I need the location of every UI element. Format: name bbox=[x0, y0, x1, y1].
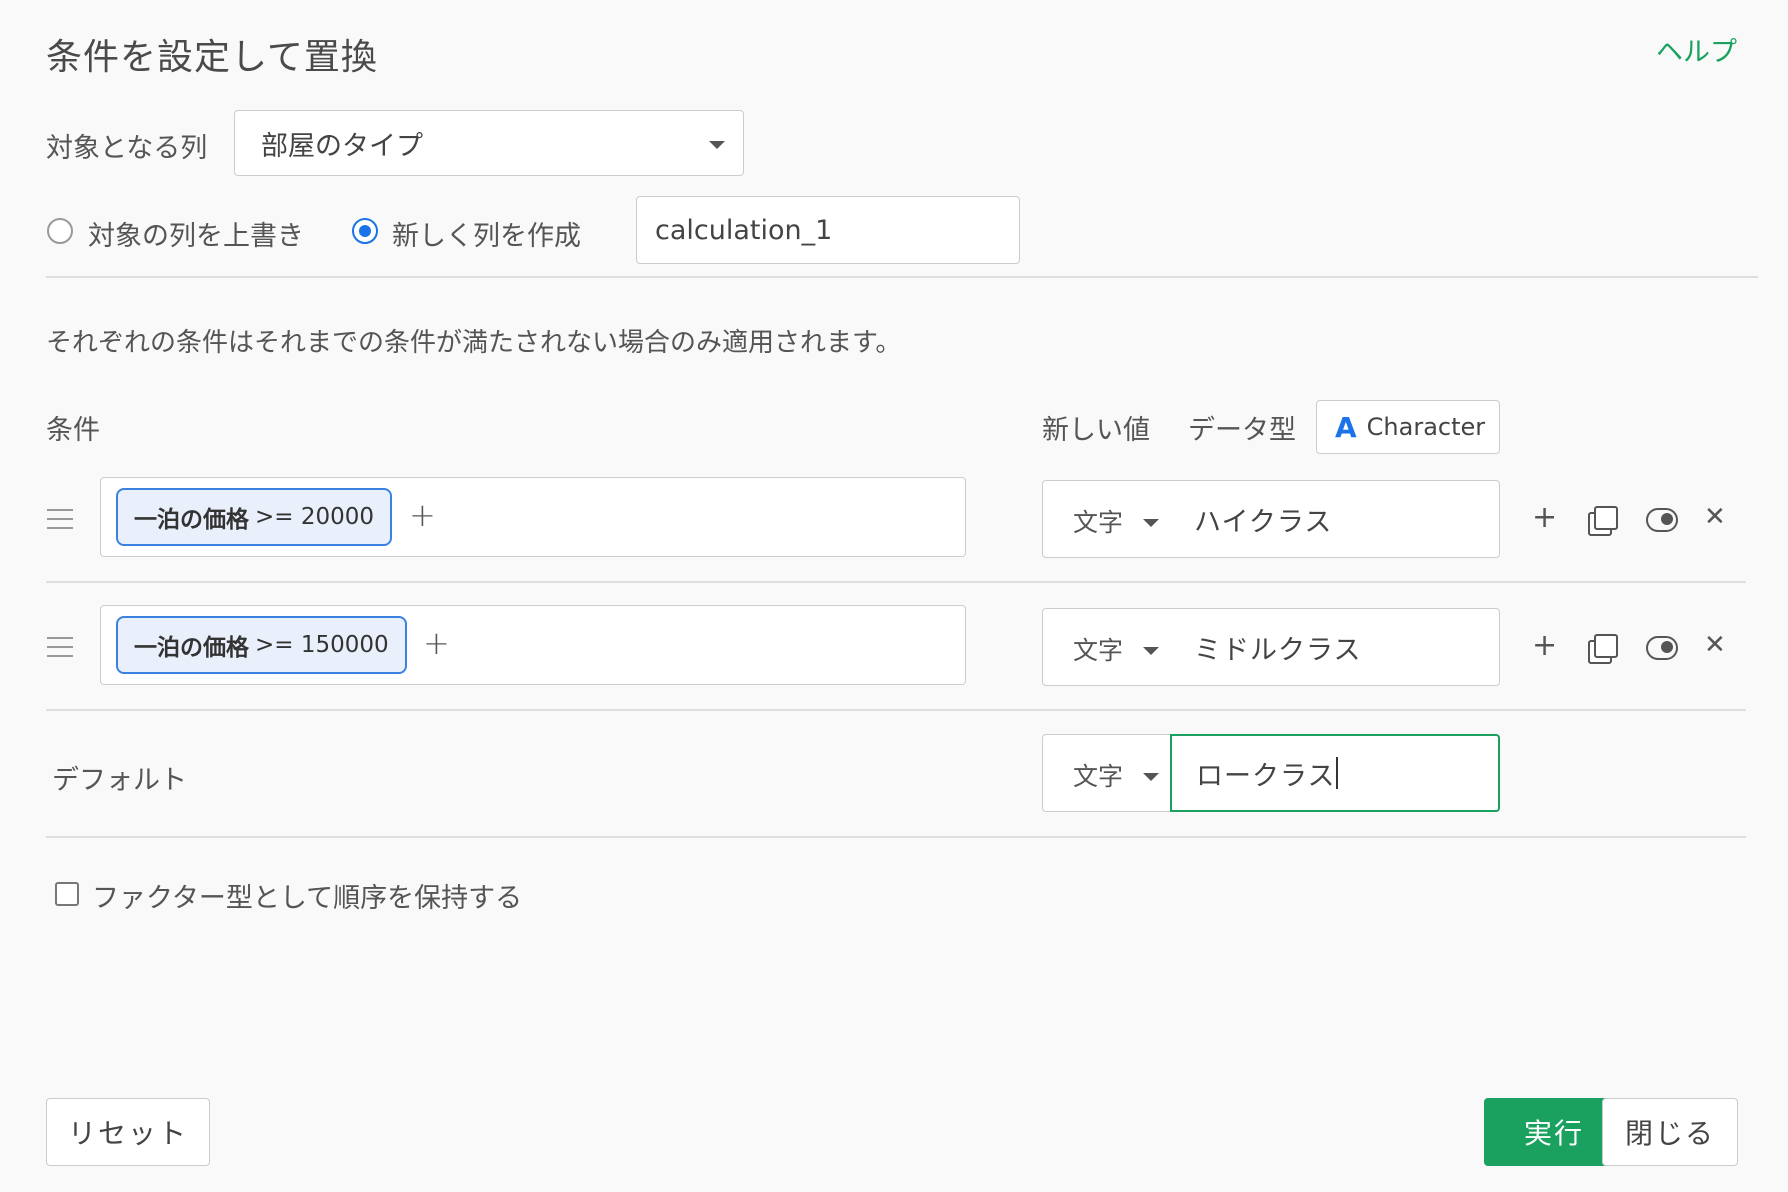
default-label: デフォルト bbox=[52, 765, 187, 796]
value-type-select[interactable]: 文字 bbox=[1042, 480, 1172, 558]
overwrite-label[interactable]: 対象の列を上書き bbox=[88, 214, 304, 253]
close-button[interactable]: 閉じる bbox=[1602, 1098, 1738, 1166]
data-type-select[interactable]: A Character bbox=[1316, 400, 1500, 454]
chevron-down-icon bbox=[1143, 647, 1159, 655]
data-type-value: Character bbox=[1366, 413, 1486, 441]
data-type-header: データ型 bbox=[1188, 415, 1296, 446]
overwrite-radio[interactable] bbox=[47, 218, 73, 244]
divider bbox=[46, 581, 1746, 583]
drag-handle-icon[interactable] bbox=[47, 637, 73, 657]
new-column-name-input[interactable]: calculation_1 bbox=[636, 196, 1020, 264]
drag-handle-icon[interactable] bbox=[47, 509, 73, 529]
remove-rule-button[interactable]: ✕ bbox=[1704, 502, 1726, 532]
chip-field: 一泊の価格 bbox=[134, 635, 249, 661]
duplicate-icon[interactable] bbox=[1588, 634, 1618, 664]
new-column-label[interactable]: 新しく列を作成 bbox=[392, 214, 581, 253]
value-type-label: 文字 bbox=[1073, 762, 1124, 791]
factor-order-checkbox[interactable] bbox=[55, 882, 79, 906]
chip-operator: >= 20000 bbox=[255, 504, 375, 530]
divider bbox=[46, 836, 1746, 838]
divider bbox=[46, 276, 1758, 278]
default-value-input[interactable]: ロークラス bbox=[1170, 734, 1500, 812]
chevron-down-icon bbox=[709, 141, 725, 149]
new-column-radio[interactable] bbox=[352, 218, 378, 244]
add-condition-button[interactable]: + bbox=[423, 624, 450, 662]
new-value-input[interactable]: ハイクラス bbox=[1170, 480, 1500, 558]
target-column-label: 対象となる列 bbox=[46, 133, 208, 164]
value-type-label: 文字 bbox=[1073, 636, 1124, 665]
value-type-select[interactable]: 文字 bbox=[1042, 608, 1172, 686]
target-column-value: 部屋のタイプ bbox=[261, 130, 423, 162]
add-condition-button[interactable]: + bbox=[409, 496, 436, 534]
condition-chip[interactable]: 一泊の価格 >= 150000 bbox=[116, 616, 407, 674]
add-rule-button[interactable]: + bbox=[1532, 500, 1557, 535]
new-value-header: 新しい値 bbox=[1042, 415, 1150, 446]
help-link[interactable]: ヘルプ bbox=[1656, 30, 1737, 69]
toggle-icon[interactable] bbox=[1646, 636, 1678, 660]
value-type-label: 文字 bbox=[1073, 508, 1124, 537]
default-value-text: ロークラス bbox=[1196, 760, 1336, 792]
chevron-down-icon bbox=[1143, 773, 1159, 781]
dialog-title: 条件を設定して置換 bbox=[46, 37, 378, 78]
description-text: それぞれの条件はそれまでの条件が満たされない場合のみ適用されます。 bbox=[46, 328, 902, 358]
remove-rule-button[interactable]: ✕ bbox=[1704, 630, 1726, 660]
value-type-select[interactable]: 文字 bbox=[1042, 734, 1172, 812]
chevron-down-icon bbox=[1143, 519, 1159, 527]
chip-operator: >= 150000 bbox=[255, 632, 389, 658]
divider bbox=[46, 709, 1746, 711]
conditions-header: 条件 bbox=[46, 415, 100, 446]
duplicate-icon[interactable] bbox=[1588, 506, 1618, 536]
factor-order-label[interactable]: ファクター型として順序を保持する bbox=[92, 876, 522, 915]
add-rule-button[interactable]: + bbox=[1532, 628, 1557, 663]
text-cursor bbox=[1336, 757, 1339, 789]
condition-chip[interactable]: 一泊の価格 >= 20000 bbox=[116, 488, 393, 546]
target-column-select[interactable]: 部屋のタイプ bbox=[234, 110, 744, 176]
toggle-icon[interactable] bbox=[1646, 508, 1678, 532]
new-value-input[interactable]: ミドルクラス bbox=[1170, 608, 1500, 686]
chip-field: 一泊の価格 bbox=[134, 507, 249, 533]
character-type-icon: A bbox=[1335, 410, 1357, 444]
reset-button[interactable]: リセット bbox=[46, 1098, 210, 1166]
